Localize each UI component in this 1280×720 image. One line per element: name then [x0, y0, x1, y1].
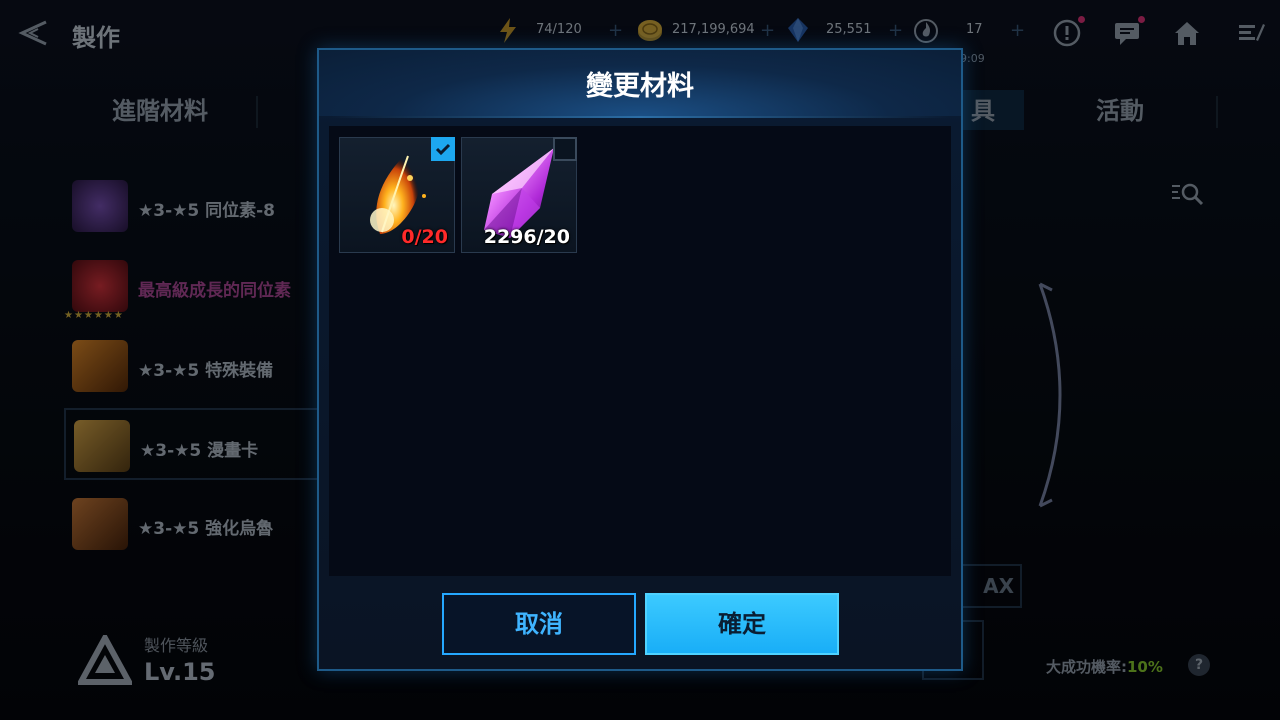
- material-checkbox[interactable]: [553, 137, 577, 161]
- checkmark-icon: [435, 143, 451, 156]
- dialog-title: 變更材料: [586, 71, 694, 102]
- cancel-button[interactable]: 取消: [442, 593, 636, 655]
- material-slot-phoenix-feather[interactable]: 0/20: [339, 137, 455, 253]
- dialog-divider: [331, 116, 949, 118]
- material-count: 2296/20: [483, 226, 570, 248]
- confirm-button[interactable]: 確定: [645, 593, 839, 655]
- material-slot-purple-crystal[interactable]: 2296/20: [461, 137, 577, 253]
- material-checkbox[interactable]: [431, 137, 455, 161]
- change-material-dialog: 變更材料 0/20 2296/20 取消 確定: [317, 48, 963, 671]
- material-grid: 0/20 2296/20: [329, 126, 951, 576]
- material-count: 0/20: [401, 226, 448, 248]
- dialog-header: 變更材料: [319, 50, 961, 116]
